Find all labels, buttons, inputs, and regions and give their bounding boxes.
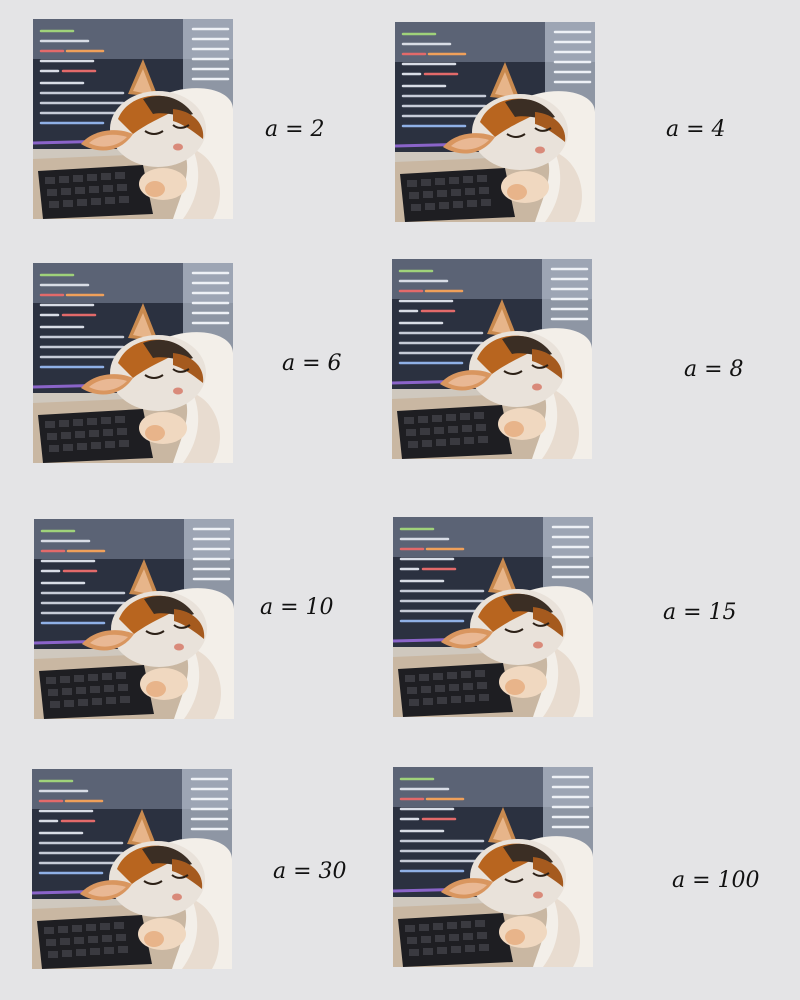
cat-on-laptop-image (33, 263, 233, 463)
cat-on-laptop-image (34, 519, 234, 719)
cat-on-laptop-image (33, 19, 233, 219)
caption-a100: a = 100 (672, 868, 760, 893)
caption-a6: a = 6 (282, 351, 342, 376)
cat-photo-a4 (395, 22, 595, 222)
cat-on-laptop-image (395, 22, 595, 222)
caption-a10: a = 10 (260, 595, 334, 620)
caption-a30: a = 30 (273, 859, 347, 884)
cat-photo-a6 (33, 263, 233, 463)
caption-a15: a = 15 (663, 600, 737, 625)
cat-photo-a8 (392, 259, 592, 459)
caption-a2: a = 2 (265, 117, 325, 142)
cat-photo-a15 (393, 517, 593, 717)
caption-a4: a = 4 (666, 117, 726, 142)
cat-photo-a30 (32, 769, 232, 969)
caption-a8: a = 8 (684, 357, 744, 382)
cat-photo-a100 (393, 767, 593, 967)
cat-on-laptop-image (32, 769, 232, 969)
cat-on-laptop-image (392, 259, 592, 459)
cat-photo-a10 (34, 519, 234, 719)
cat-photo-a2 (33, 19, 233, 219)
cat-on-laptop-image (393, 517, 593, 717)
cat-on-laptop-image (393, 767, 593, 967)
